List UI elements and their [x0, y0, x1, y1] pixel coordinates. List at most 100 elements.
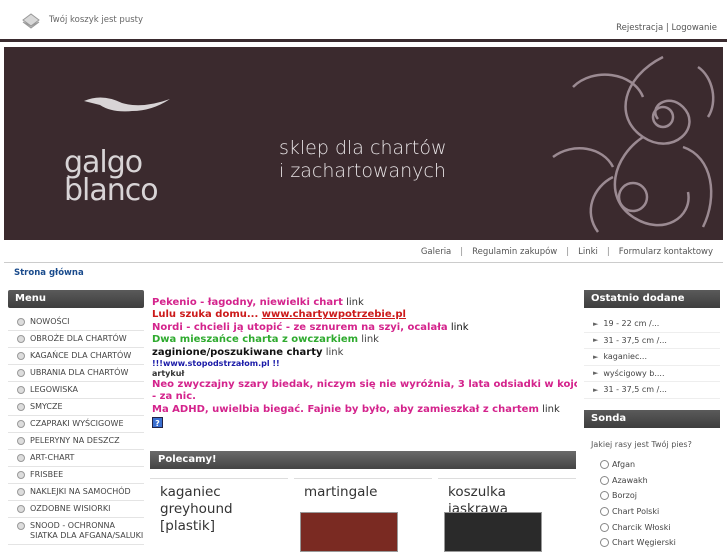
- bullet-icon: [17, 471, 25, 479]
- menu-item-wisiorki[interactable]: OZDOBNE WISIORKI: [8, 501, 144, 518]
- nav-galeria[interactable]: Galeria: [421, 247, 451, 257]
- menu-item-peleryny[interactable]: PELERYNY NA DESZCZ: [8, 433, 144, 450]
- bullet-icon: [17, 437, 25, 445]
- greyhound-logo-icon: [84, 97, 170, 112]
- radio-button[interactable]: [600, 538, 609, 548]
- nav-regulamin[interactable]: Regulamin zakupów: [472, 247, 557, 257]
- bullet-icon: [17, 420, 25, 428]
- poll-header: Sonda: [584, 410, 720, 428]
- tagline-line-1: sklep dla chartów: [279, 137, 447, 159]
- product-image[interactable]: [444, 512, 542, 552]
- menu-item-frisbee[interactable]: FRISBEE: [8, 467, 144, 484]
- product-image[interactable]: [300, 512, 398, 552]
- menu-item-nowosci[interactable]: NOWOŚCI: [8, 314, 144, 331]
- menu-item-smycze[interactable]: SMYCZE: [8, 399, 144, 416]
- bullet-icon: [17, 369, 25, 377]
- menu-item-kagance[interactable]: KAGAŃCE DLA CHARTÓW: [8, 348, 144, 365]
- arrow-icon: ►: [593, 319, 599, 328]
- recent-item[interactable]: ► kaganiec...: [584, 349, 720, 366]
- arrow-icon: ►: [593, 336, 599, 345]
- help-icon[interactable]: ?: [152, 417, 163, 429]
- product-card[interactable]: koszulka jaskrawa: [438, 478, 576, 552]
- poll-options: Afgan Azawakh Borzoj Chart Polski Charci…: [600, 457, 724, 551]
- radio-button[interactable]: [600, 522, 609, 532]
- menu-item-obroze[interactable]: OBROŻE DLA CHARTÓW: [8, 331, 144, 348]
- recent-item[interactable]: ► wyścigowy b....: [584, 366, 720, 382]
- top-nav: Galeria | Regulamin zakupów | Linki | Fo…: [421, 247, 713, 257]
- bullet-icon: [17, 522, 25, 530]
- top-bar: Twój koszyk jest pusty Rejestracja | Log…: [0, 0, 727, 42]
- poll-question: Jakiej rasy jest Twój pies?: [591, 440, 692, 449]
- nav-separator: |: [566, 247, 570, 257]
- recent-list: ► 19 - 22 cm /... ► 31 - 37,5 cm /... ► kag…: [584, 316, 720, 399]
- menu-item-art-chart[interactable]: ART-CHART: [8, 450, 144, 467]
- menu-item-ubrania[interactable]: UBRANIA DLA CHARTÓW: [8, 365, 144, 382]
- content-line: artykuł: [152, 369, 185, 379]
- content-line: ?: [152, 417, 577, 430]
- bullet-icon: [17, 335, 25, 343]
- url-link[interactable]: !!!www.stopodstrzałom.pl !!: [152, 359, 280, 368]
- category-menu: NOWOŚCI OBROŻE DLA CHARTÓW KAGAŃCE DLA C…: [8, 314, 144, 545]
- recent-header: Ostatnio dodane: [584, 290, 720, 308]
- recent-item[interactable]: ► 19 - 22 cm /...: [584, 316, 720, 333]
- menu-item-czapraki[interactable]: CZAPRAKI WYŚCIGOWE: [8, 416, 144, 433]
- poll-option[interactable]: Azawakh: [600, 473, 724, 489]
- product-title[interactable]: kaganiec greyhound [plastik]: [160, 484, 278, 535]
- poll-option[interactable]: Charcik Włoski: [600, 519, 724, 535]
- radio-button[interactable]: [600, 507, 609, 517]
- menu-item-legowiska[interactable]: LEGOWISKA: [8, 382, 144, 399]
- poll-option[interactable]: Afgan: [600, 457, 724, 473]
- tagline-line-2: i zachartowanych: [279, 160, 446, 182]
- nav-separator: |: [606, 247, 610, 257]
- product-card[interactable]: kaganiec greyhound [plastik]: [150, 478, 288, 545]
- arrow-icon: ►: [593, 352, 599, 361]
- login-link[interactable]: Logowanie: [671, 23, 717, 33]
- content-link[interactable]: link: [451, 322, 469, 333]
- content-line: Nordi - chcieli ją utopić - ze sznurem n…: [152, 321, 469, 333]
- nav-separator: |: [460, 247, 464, 257]
- menu-item-naklejki[interactable]: NAKLEJKI NA SAMOCHÓD: [8, 484, 144, 501]
- product-card[interactable]: martingale: [294, 478, 432, 552]
- content-link[interactable]: link: [361, 334, 379, 345]
- ornament-decoration: [552, 55, 715, 233]
- url-link[interactable]: www.chartywpotrzebie.pl: [262, 309, 406, 320]
- nav-linki[interactable]: Linki: [578, 247, 598, 257]
- menu-item-snood[interactable]: SNOOD - OCHRONNA SIATKA DLA AFGANA/SALUK…: [8, 518, 144, 545]
- content-line: Lulu szuka domu... www.chartywpotrzebie.…: [152, 309, 406, 321]
- logo-text-bottom: blanco: [64, 173, 159, 208]
- arrow-icon: ►: [593, 385, 599, 394]
- menu-header: Menu: [8, 290, 144, 308]
- poll-option[interactable]: Borzoj: [600, 488, 724, 504]
- bullet-icon: [17, 488, 25, 496]
- recent-item[interactable]: ► 31 - 37,5 cm /...: [584, 333, 720, 349]
- main-content: Pekenio - łagodny, niewielki chart link …: [152, 297, 577, 431]
- content-line: Neo zwyczajny szary biedak, niczym się n…: [152, 379, 577, 391]
- auth-separator: |: [665, 23, 669, 33]
- nav-formularz[interactable]: Formularz kontaktowy: [619, 247, 713, 257]
- recommended-products: kaganiec greyhound [plastik] martingale …: [150, 478, 576, 552]
- content-line: zaginione/poszukiwane charty link: [152, 346, 344, 358]
- poll-option[interactable]: Chart Węgierski: [600, 535, 724, 551]
- tagline: sklep dla chartów i zachartowanych: [279, 137, 447, 183]
- radio-button[interactable]: [600, 460, 609, 470]
- bullet-icon: [17, 454, 25, 462]
- content-line: - za nic.: [152, 391, 196, 403]
- product-title[interactable]: martingale: [304, 484, 422, 501]
- auth-links: Rejestracja | Logowanie: [616, 23, 717, 33]
- radio-button[interactable]: [600, 491, 609, 501]
- radio-button[interactable]: [600, 475, 609, 485]
- content-link[interactable]: link: [326, 347, 344, 358]
- breadcrumb-home[interactable]: Strona główna: [14, 268, 84, 278]
- cart-text: Twój koszyk jest pusty: [49, 15, 143, 25]
- poll-option[interactable]: Chart Polski: [600, 504, 724, 520]
- cart-icon: [22, 13, 40, 29]
- bullet-icon: [17, 505, 25, 513]
- register-link[interactable]: Rejestracja: [616, 23, 663, 33]
- content-link[interactable]: link: [542, 404, 560, 415]
- logo[interactable]: galgo blanco: [64, 91, 194, 208]
- header-banner: galgo blanco sklep dla chartów i zachart…: [4, 47, 723, 240]
- recent-item[interactable]: ► 31 - 37,5 cm /...: [584, 382, 720, 399]
- content-link[interactable]: link: [346, 297, 364, 308]
- cart-status[interactable]: Twój koszyk jest pusty: [20, 9, 143, 31]
- bullet-icon: [17, 403, 25, 411]
